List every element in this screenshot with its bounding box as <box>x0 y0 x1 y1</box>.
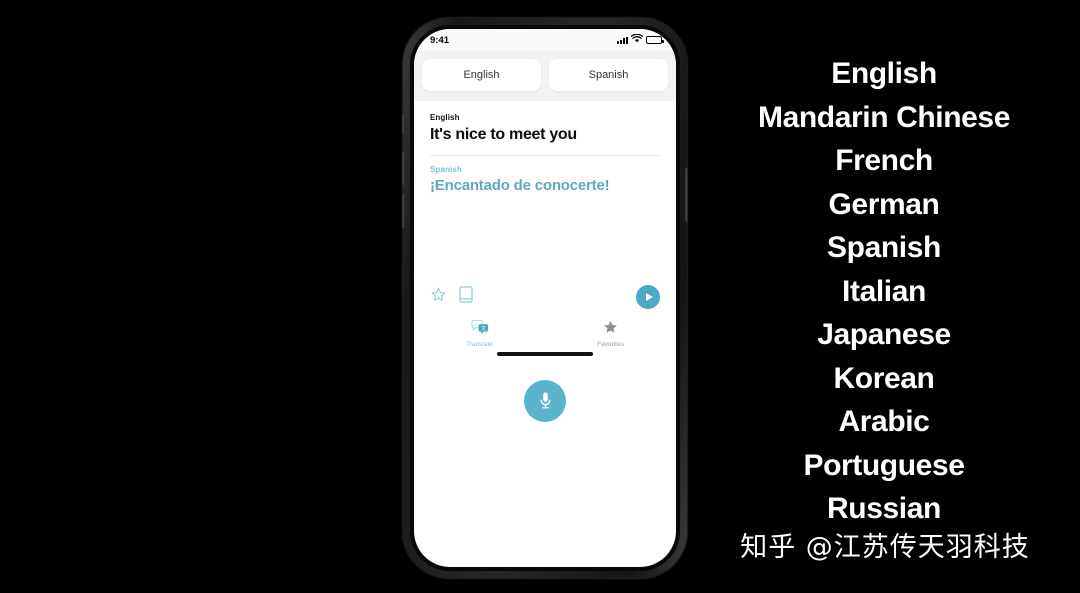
svg-text:文: 文 <box>480 325 485 332</box>
source-language-label: English <box>430 113 460 122</box>
status-bar: 9:41 <box>414 29 676 51</box>
language-item: French <box>835 144 933 177</box>
language-item: English <box>831 57 937 90</box>
microphone-icon[interactable] <box>524 380 566 422</box>
source-language-pill[interactable]: English <box>422 59 541 91</box>
language-item: Mandarin Chinese <box>758 100 1010 134</box>
wifi-icon <box>630 33 644 46</box>
star-filled-icon <box>603 320 618 339</box>
translation-card: English It's nice to meet you Spanish ¡E… <box>414 101 676 323</box>
supported-languages-list: English Mandarin Chinese French German S… <box>700 52 1068 531</box>
tab-translate-label: Translate <box>466 341 493 348</box>
text-input-area[interactable]: Enter text <box>414 315 676 422</box>
battery-icon <box>646 36 664 44</box>
volume-down-button[interactable] <box>402 194 405 228</box>
phone-bezel: 9:41 English Spanish English It's nice t… <box>410 25 680 571</box>
tab-translate[interactable]: A 文 Translate <box>414 319 545 348</box>
target-language-label: Spanish <box>430 165 462 174</box>
tab-favorites[interactable]: Favorites <box>545 320 676 348</box>
power-button[interactable] <box>685 168 688 222</box>
language-item: Russian <box>827 492 941 525</box>
language-item: Arabic <box>838 405 930 438</box>
translated-text: ¡Encantado de conocerte! <box>430 177 610 194</box>
language-item: Japanese <box>817 318 951 351</box>
target-language-pill[interactable]: Spanish <box>549 59 668 91</box>
language-item: Portuguese <box>803 448 965 482</box>
home-indicator[interactable] <box>497 352 593 356</box>
language-item: Spanish <box>827 231 941 264</box>
translate-bubbles-icon: A 文 <box>471 319 489 339</box>
language-selector-bar: English Spanish <box>414 51 676 101</box>
book-icon[interactable] <box>459 286 473 308</box>
star-outline-icon[interactable] <box>430 286 447 308</box>
silent-switch[interactable] <box>402 114 405 134</box>
language-item: Korean <box>833 361 935 395</box>
screenshot-root: 9:41 English Spanish English It's nice t… <box>0 0 1080 593</box>
language-item: Italian <box>842 274 926 308</box>
watermark: 知乎 @江苏传天羽科技 <box>740 532 1030 563</box>
tab-favorites-label: Favorites <box>597 341 624 348</box>
status-bar-indicators <box>617 33 664 46</box>
language-item: German <box>828 187 940 221</box>
source-text: It's nice to meet you <box>430 126 577 143</box>
svg-text:A: A <box>474 322 478 327</box>
phone-device: 9:41 English Spanish English It's nice t… <box>402 18 688 578</box>
play-circle-icon[interactable] <box>636 285 660 309</box>
cellular-signal-icon <box>617 36 628 44</box>
card-divider <box>430 155 660 156</box>
volume-up-button[interactable] <box>402 151 405 185</box>
phone-screen: 9:41 English Spanish English It's nice t… <box>414 29 676 567</box>
status-bar-time: 9:41 <box>430 34 450 46</box>
